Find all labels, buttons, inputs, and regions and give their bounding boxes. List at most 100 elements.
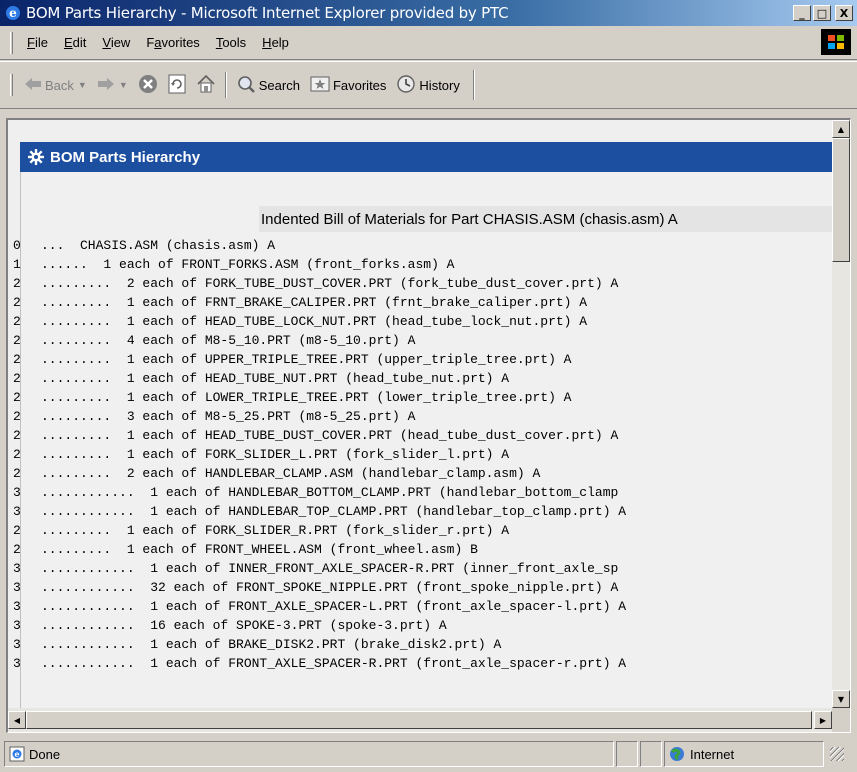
bom-row-level: 3 — [13, 485, 21, 500]
search-button[interactable]: Search — [231, 71, 305, 99]
bom-row-level: 3 — [13, 561, 21, 576]
bom-row: 2 ......... 1 each of UPPER_TRIPLE_TREE.P… — [11, 350, 832, 369]
maximize-button[interactable]: □ — [813, 5, 831, 21]
bom-row: 3 ............ 1 each of FRONT_AXLE_SPACE… — [11, 597, 832, 616]
back-button[interactable]: Back ▼ — [19, 71, 92, 99]
bom-row: 2 ......... 2 each of FORK_TUBE_DUST_COVE… — [11, 274, 832, 293]
bom-row-text: ............ 1 each of HANDLEBAR_TOP_CLA… — [41, 504, 627, 519]
svg-text:e: e — [9, 6, 17, 20]
bom-row: 2 ......... 3 each of M8-5_25.PRT (m8-5_2… — [11, 407, 832, 426]
back-dropdown-icon[interactable]: ▼ — [78, 80, 87, 90]
bom-row-level: 3 — [13, 656, 21, 671]
history-clock-icon — [396, 74, 416, 97]
bom-row-level: 3 — [13, 637, 21, 652]
refresh-button[interactable] — [163, 71, 191, 99]
bom-row-text: ............ 1 each of BRAKE_DISK2.PRT (… — [41, 637, 502, 652]
menu-file[interactable]: File — [19, 33, 56, 52]
bom-row-level: 3 — [13, 618, 21, 633]
window-title: BOM Parts Hierarchy - Microsoft Internet… — [26, 4, 509, 22]
bom-row: 2 ......... 1 each of HEAD_TUBE_DUST_COVE… — [11, 426, 832, 445]
favorites-button[interactable]: Favorites — [305, 71, 391, 99]
resize-grip[interactable] — [830, 747, 844, 761]
caption-buttons: _ □ X — [793, 5, 853, 21]
menu-edit[interactable]: Edit — [56, 33, 94, 52]
bom-row-level: 1 — [13, 257, 21, 272]
bom-row-level: 3 — [13, 504, 21, 519]
zone-text: Internet — [690, 746, 735, 762]
status-pane-2 — [640, 741, 662, 767]
bom-row-text: ............ 1 each of INNER_FRONT_AXLE_… — [41, 561, 619, 576]
scroll-left-button[interactable]: ◀ — [8, 711, 26, 729]
title-bar[interactable]: e BOM Parts Hierarchy - Microsoft Intern… — [0, 0, 857, 26]
bom-row-level: 2 — [13, 276, 21, 291]
bom-row-text: ......... 1 each of HEAD_TUBE_DUST_COVER… — [41, 428, 619, 443]
bom-row-text: ......... 3 each of M8-5_25.PRT (m8-5_25… — [41, 409, 416, 424]
gear-icon — [28, 149, 44, 165]
bom-row-text: ............ 1 each of FRONT_AXLE_SPACER… — [41, 656, 627, 671]
bom-row-level: 2 — [13, 352, 21, 367]
menu-tools[interactable]: Tools — [208, 33, 254, 52]
bom-title: Indented Bill of Materials for Part CHAS… — [259, 206, 832, 232]
horizontal-scroll-thumb[interactable] — [26, 711, 812, 729]
forward-arrow-icon — [97, 77, 115, 94]
bom-row-text: ............ 16 each of SPOKE-3.PRT (spo… — [41, 618, 447, 633]
bom-row: 2 ......... 1 each of FRNT_BRAKE_CALIPER.… — [11, 293, 832, 312]
refresh-icon — [168, 74, 186, 97]
bom-row: 1 ...... 1 each of FRONT_FORKS.ASM (front… — [11, 255, 832, 274]
bom-row: 2 ......... 4 each of M8-5_10.PRT (m8-5_1… — [11, 331, 832, 350]
minimize-button[interactable]: _ — [793, 5, 811, 21]
home-icon — [196, 74, 216, 97]
bom-row-text: ... CHASIS.ASM (chasis.asm) A — [41, 238, 276, 253]
status-text-pane: e Done — [4, 741, 614, 767]
bom-row-text: ......... 1 each of FORK_SLIDER_L.PRT (f… — [41, 447, 510, 462]
toolbar-end-separator — [472, 70, 475, 100]
bom-row: 3 ............ 32 each of FRONT_SPOKE_NIP… — [11, 578, 832, 597]
bom-row-level: 2 — [13, 466, 21, 481]
bom-row-text: ......... 1 each of HEAD_TUBE_LOCK_NUT.P… — [41, 314, 588, 329]
panel-header: BOM Parts Hierarchy — [20, 142, 832, 172]
home-button[interactable] — [191, 71, 221, 99]
bom-row-text: ......... 1 each of UPPER_TRIPLE_TREE.PR… — [41, 352, 572, 367]
bom-row-text: ......... 1 each of FRONT_WHEEL.ASM (fro… — [41, 542, 478, 557]
security-zone-pane[interactable]: Internet — [664, 741, 824, 767]
scroll-right-button[interactable]: ▶ — [814, 711, 832, 729]
bom-row: 3 ............ 1 each of BRAKE_DISK2.PRT … — [11, 635, 832, 654]
bom-row-level: 3 — [13, 599, 21, 614]
favorites-star-icon — [310, 75, 330, 96]
search-icon — [236, 74, 256, 97]
scrollbar-corner — [832, 708, 850, 732]
vertical-scroll-thumb[interactable] — [832, 138, 850, 262]
toolbar-separator — [224, 72, 227, 98]
bom-row: 2 ......... 1 each of HEAD_TUBE_NUT.PRT (… — [11, 369, 832, 388]
bom-row-level: 2 — [13, 371, 21, 386]
bom-row-level: 2 — [13, 333, 21, 348]
history-button[interactable]: History — [391, 71, 464, 99]
horizontal-scrollbar[interactable]: ◀ ▶ — [8, 708, 832, 732]
bom-row-text: ......... 4 each of M8-5_10.PRT (m8-5_10… — [41, 333, 416, 348]
forward-dropdown-icon[interactable]: ▼ — [119, 80, 128, 90]
page-done-icon: e — [9, 746, 25, 762]
page-viewport: BOM Parts Hierarchy Indented Bill of Mat… — [8, 120, 832, 708]
bom-row-text: ............ 1 each of FRONT_AXLE_SPACER… — [41, 599, 627, 614]
menu-favorites[interactable]: Favorites — [138, 33, 207, 52]
svg-text:e: e — [14, 749, 19, 759]
forward-button[interactable]: ▼ — [92, 71, 133, 99]
panel-body: Indented Bill of Materials for Part CHAS… — [13, 172, 832, 708]
bom-row: 0 ... CHASIS.ASM (chasis.asm) A — [11, 236, 832, 255]
stop-button[interactable] — [133, 71, 163, 99]
panel-title: BOM Parts Hierarchy — [50, 148, 201, 166]
bom-row: 2 ......... 2 each of HANDLEBAR_CLAMP.ASM… — [11, 464, 832, 483]
bom-row: 2 ......... 1 each of HEAD_TUBE_LOCK_NUT.… — [11, 312, 832, 331]
scroll-up-button[interactable]: ▲ — [832, 120, 850, 138]
bom-row-text: ......... 1 each of LOWER_TRIPLE_TREE.PR… — [41, 390, 572, 405]
menu-view[interactable]: View — [94, 33, 138, 52]
close-button[interactable]: X — [835, 5, 853, 21]
bom-row: 3 ............ 1 each of HANDLEBAR_TOP_CL… — [11, 502, 832, 521]
menu-help[interactable]: Help — [254, 33, 297, 52]
bom-row: 2 ......... 1 each of FORK_SLIDER_L.PRT (… — [11, 445, 832, 464]
scroll-down-button[interactable]: ▼ — [832, 690, 850, 708]
vertical-scrollbar[interactable]: ▲ ▼ — [832, 120, 850, 708]
status-bar: e Done Internet — [0, 736, 857, 772]
ie-logo-icon: e — [4, 4, 22, 22]
toolbar: Back ▼ ▼ Search Favorites History — [0, 61, 857, 109]
